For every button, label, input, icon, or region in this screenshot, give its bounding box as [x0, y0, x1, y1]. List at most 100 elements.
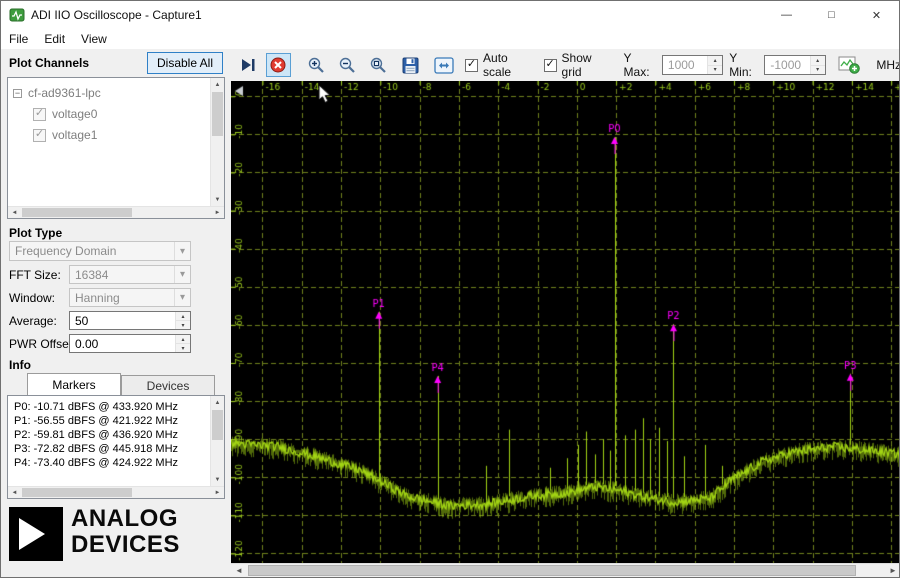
- scroll-right-icon[interactable]: ►: [885, 564, 899, 577]
- show-grid-checkbox[interactable]: ✓ Show grid: [543, 51, 612, 79]
- stop-capture-button[interactable]: [265, 53, 291, 77]
- unit-label: MHz: [876, 58, 900, 72]
- spin-up-button[interactable]: ▴: [176, 312, 190, 321]
- scroll-right-icon[interactable]: ►: [211, 207, 224, 218]
- average-spinner[interactable]: 50 ▴ ▾: [69, 311, 191, 330]
- tab-markers[interactable]: Markers: [27, 373, 121, 395]
- scrollbar-thumb[interactable]: [22, 208, 132, 217]
- marker-row[interactable]: P1: -56.55 dBFS @ 421.922 MHz: [8, 414, 210, 428]
- marker-row[interactable]: P4: -73.40 dBFS @ 424.922 MHz: [8, 456, 210, 470]
- save-button[interactable]: [399, 53, 422, 77]
- pwr-offset-value: 0.00: [75, 336, 99, 351]
- scrollbar-thumb[interactable]: [248, 565, 856, 576]
- scroll-up-icon[interactable]: ▲: [211, 396, 224, 409]
- chevron-down-icon: ▾: [174, 266, 190, 283]
- fit-width-icon: [433, 56, 454, 74]
- channel-checkbox-voltage0[interactable]: ✓: [33, 107, 46, 121]
- marker-row[interactable]: P2: -59.81 dBFS @ 436.920 MHz: [8, 428, 210, 442]
- window-label: Window:: [9, 291, 56, 305]
- channel-label-voltage0: voltage0: [52, 107, 98, 121]
- zoom-fit-button[interactable]: [366, 53, 389, 77]
- zoom-in-button[interactable]: [305, 53, 328, 77]
- scrollbar-thumb[interactable]: [212, 92, 223, 136]
- scrollbar-thumb[interactable]: [212, 410, 223, 440]
- scroll-left-icon[interactable]: ◄: [8, 487, 21, 498]
- tree-horizontal-scrollbar[interactable]: ◄ ►: [8, 206, 224, 218]
- channel-row-voltage1[interactable]: ✓ voltage1: [33, 126, 97, 144]
- pwr-offset-label: PWR Offset:: [9, 337, 76, 351]
- plot-horizontal-scrollbar[interactable]: ◄ ►: [231, 563, 899, 577]
- menu-view[interactable]: View: [73, 29, 115, 49]
- y-min-spinner[interactable]: -1000 ▴ ▾: [764, 55, 826, 75]
- window-title: ADI IIO Oscilloscope - Capture1: [31, 8, 202, 22]
- check-icon: ✓: [34, 107, 45, 119]
- scroll-down-icon[interactable]: ▼: [211, 473, 224, 486]
- tree-vertical-scrollbar[interactable]: ▲ ▼: [210, 78, 224, 206]
- auto-scale-label: Auto scale: [483, 51, 512, 79]
- checkbox-checked-icon: ✓: [543, 58, 557, 72]
- check-icon: ✓: [34, 128, 45, 140]
- plot-channels-label: Plot Channels: [9, 56, 90, 70]
- window-controls: — □ ✕: [764, 1, 899, 29]
- close-button[interactable]: ✕: [854, 1, 899, 29]
- fft-size-select[interactable]: 16384 ▾: [69, 265, 191, 284]
- channel-row-voltage0[interactable]: ✓ voltage0: [33, 105, 97, 123]
- menu-edit[interactable]: Edit: [36, 29, 73, 49]
- scroll-up-icon[interactable]: ▲: [211, 78, 224, 91]
- scroll-left-icon[interactable]: ◄: [231, 564, 247, 577]
- spin-down-button[interactable]: ▾: [176, 344, 190, 352]
- plot-type-label: Plot Type: [9, 226, 63, 240]
- spin-down-button[interactable]: ▾: [176, 321, 190, 329]
- zoom-out-button[interactable]: [336, 53, 359, 77]
- plot-type-select[interactable]: Frequency Domain ▾: [9, 241, 191, 261]
- menu-file[interactable]: File: [1, 29, 36, 49]
- window-select[interactable]: Hanning ▾: [69, 288, 191, 307]
- spin-up-button[interactable]: ▴: [810, 56, 825, 66]
- spin-down-button[interactable]: ▾: [708, 65, 723, 74]
- scroll-right-icon[interactable]: ►: [211, 487, 224, 498]
- chevron-down-icon: ▾: [174, 289, 190, 306]
- minimize-button[interactable]: —: [764, 1, 809, 29]
- tab-devices[interactable]: Devices: [121, 375, 215, 395]
- channel-tree: − cf-ad9361-lpc ✓ voltage0 ✓ voltage1 ▲ …: [7, 77, 225, 219]
- list-vertical-scrollbar[interactable]: ▲ ▼: [210, 396, 224, 486]
- play-skip-icon: [240, 57, 256, 73]
- average-value: 50: [75, 313, 89, 328]
- device-row[interactable]: − cf-ad9361-lpc: [13, 84, 101, 102]
- new-plot-button[interactable]: [836, 53, 863, 77]
- auto-scale-checkbox[interactable]: ✓ Auto scale: [465, 51, 536, 79]
- scrollbar-thumb[interactable]: [22, 488, 132, 497]
- disable-all-button[interactable]: Disable All: [147, 52, 223, 74]
- y-max-spinner[interactable]: 1000 ▴ ▾: [661, 55, 724, 75]
- channel-checkbox-voltage1[interactable]: ✓: [33, 128, 46, 142]
- menubar: File Edit View: [1, 29, 899, 49]
- y-min-value: -1000: [770, 58, 802, 72]
- maximize-button[interactable]: □: [809, 1, 854, 29]
- scroll-left-icon[interactable]: ◄: [8, 207, 21, 218]
- device-label: cf-ad9361-lpc: [28, 86, 101, 100]
- logo-text-devices: DEVICES: [71, 531, 180, 558]
- scroll-down-icon[interactable]: ▼: [211, 193, 224, 206]
- pwr-offset-spinner[interactable]: 0.00 ▴ ▾: [69, 334, 191, 353]
- expander-collapse-icon[interactable]: −: [13, 88, 22, 98]
- spin-down-button[interactable]: ▾: [810, 65, 825, 74]
- adi-logo: [9, 507, 63, 561]
- plot-type-value: Frequency Domain: [15, 244, 117, 258]
- plot-toolbar: ✓ Auto scale ✓ Show grid Y Max: 1000 ▴ ▾ …: [231, 49, 900, 81]
- fft-size-label: FFT Size:: [9, 268, 61, 282]
- stop-capture-icon: [270, 57, 286, 73]
- y-max-value: 1000: [667, 58, 695, 72]
- spin-up-button[interactable]: ▴: [176, 335, 190, 344]
- marker-row[interactable]: P0: -10.71 dBFS @ 433.920 MHz: [8, 400, 210, 414]
- list-horizontal-scrollbar[interactable]: ◄ ►: [8, 486, 224, 498]
- window-value: Hanning: [75, 290, 120, 305]
- new-plot-icon: [838, 56, 860, 74]
- left-panel: Plot Channels Disable All − cf-ad9361-lp…: [1, 49, 231, 577]
- spectrum-canvas[interactable]: [231, 81, 899, 563]
- zoom-out-icon: [338, 56, 356, 74]
- logo-triangle-icon: [19, 518, 45, 550]
- marker-row[interactable]: P3: -72.82 dBFS @ 445.918 MHz: [8, 442, 210, 456]
- spin-up-button[interactable]: ▴: [708, 56, 723, 66]
- fit-plot-button[interactable]: [432, 53, 455, 77]
- capture-play-button[interactable]: [237, 53, 260, 77]
